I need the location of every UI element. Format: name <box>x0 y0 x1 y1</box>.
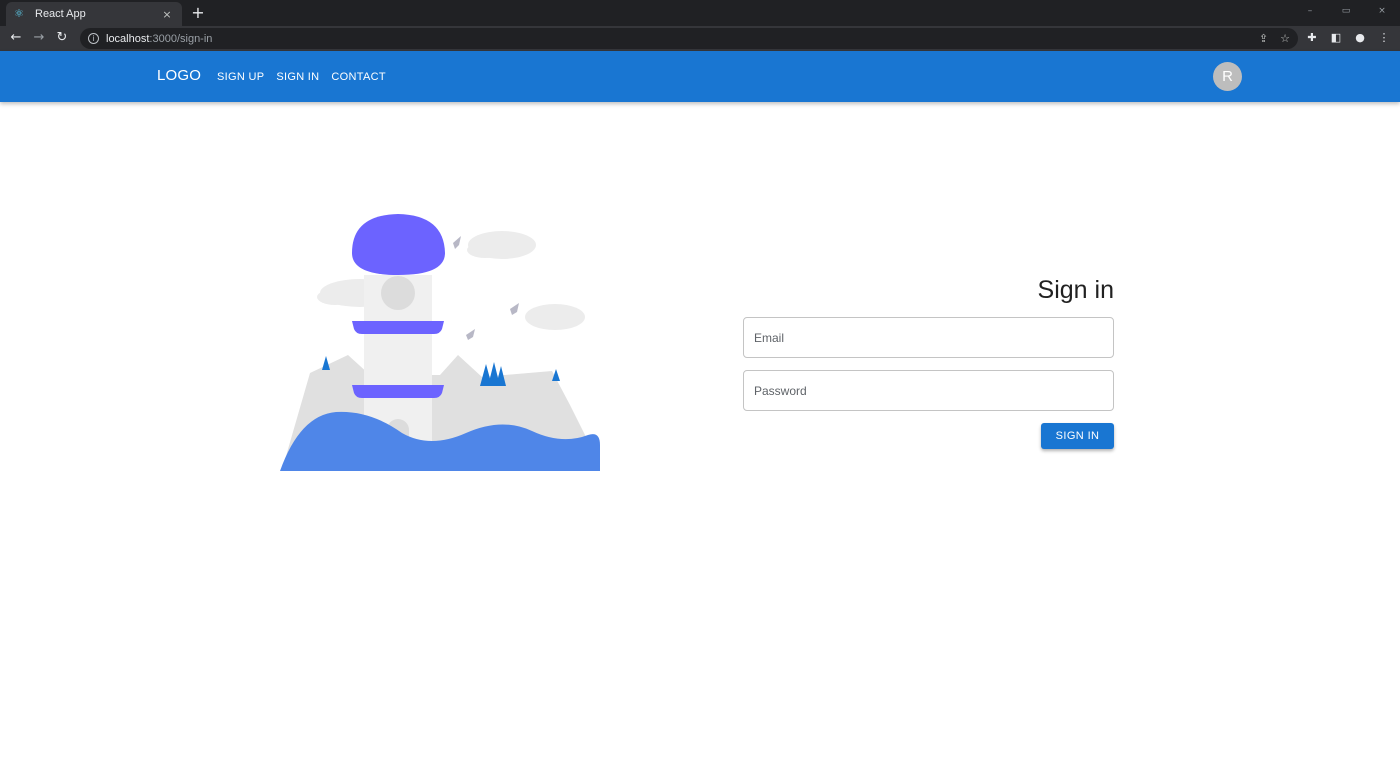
nav-sign-up[interactable]: SIGN UP <box>217 71 264 83</box>
tab-title: React App <box>35 8 86 20</box>
nav-links: SIGN UP SIGN IN CONTACT <box>217 71 386 83</box>
side-panel-icon[interactable]: ◧ <box>1326 28 1346 48</box>
profile-icon[interactable]: ● <box>1350 28 1370 48</box>
lighthouse-balcony-upper <box>352 321 444 334</box>
extensions-icon[interactable]: ✚ <box>1302 28 1322 48</box>
url-path: :3000/sign-in <box>149 32 213 45</box>
lighthouse-dome <box>352 214 445 275</box>
address-bar[interactable]: i localhost:3000/sign-in ⇪ ☆ <box>80 28 1298 49</box>
password-field-container <box>743 370 1114 411</box>
window-controls: – ▭ × <box>1292 0 1400 26</box>
lighthouse-illustration <box>270 205 630 475</box>
browser-tab[interactable]: ⚛ React App × <box>6 2 182 26</box>
app-bar: LOGO SIGN UP SIGN IN CONTACT R <box>0 51 1400 102</box>
back-icon[interactable]: ← <box>6 28 26 48</box>
site-info-icon[interactable]: i <box>88 33 99 44</box>
password-field[interactable] <box>744 371 1113 410</box>
new-tab-button[interactable]: + <box>188 3 208 23</box>
lighthouse-svg <box>280 214 600 471</box>
url-host: localhost <box>106 32 150 45</box>
page-title: Sign in <box>1037 276 1114 304</box>
close-tab-icon[interactable]: × <box>160 8 174 21</box>
reload-icon[interactable]: ↻ <box>52 28 72 48</box>
lighthouse-window <box>381 276 415 310</box>
share-icon[interactable]: ⇪ <box>1259 32 1268 45</box>
forward-icon[interactable]: → <box>29 28 49 48</box>
sign-in-button[interactable]: SIGN IN <box>1041 423 1114 449</box>
avatar[interactable]: R <box>1213 62 1242 91</box>
browser-tab-strip: ⚛ React App × + – ▭ × <box>0 0 1400 26</box>
react-atom-icon: ⚛ <box>14 7 24 20</box>
browser-toolbar: ← → ↻ i localhost:3000/sign-in ⇪ ☆ ✚ ◧ ●… <box>0 26 1400 51</box>
logo[interactable]: LOGO <box>157 67 201 84</box>
maximize-button[interactable]: ▭ <box>1328 0 1364 26</box>
menu-kebab-icon[interactable]: ⋮ <box>1374 28 1394 48</box>
nav-sign-in[interactable]: SIGN IN <box>276 71 319 83</box>
bookmark-star-icon[interactable]: ☆ <box>1280 32 1290 45</box>
lighthouse-balcony-lower <box>352 385 444 398</box>
nav-contact[interactable]: CONTACT <box>331 71 385 83</box>
email-field-container <box>743 317 1114 358</box>
email-field[interactable] <box>744 318 1113 357</box>
close-window-button[interactable]: × <box>1364 0 1400 26</box>
minimize-button[interactable]: – <box>1292 0 1328 26</box>
